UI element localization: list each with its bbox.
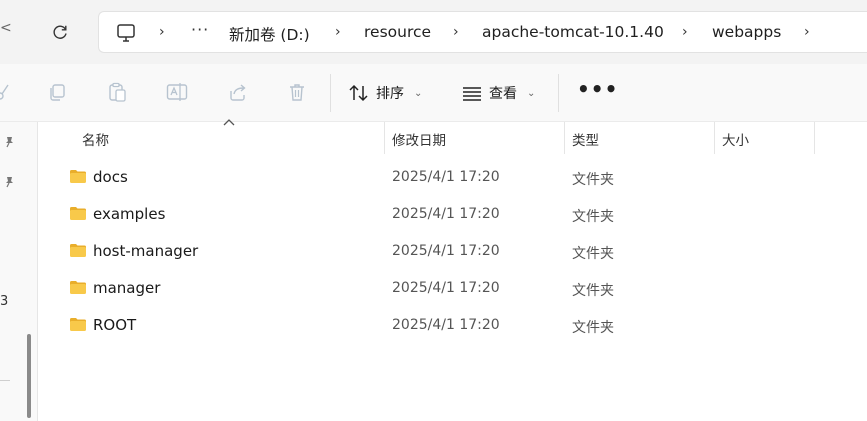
file-explorer-window: < › ··· 新加卷 (D:) › resource › apache-tom… [0, 0, 867, 421]
folder-icon [70, 318, 86, 331]
file-modified: 2025/4/1 17:20 [392, 317, 500, 333]
column-header-name[interactable]: 名称 [40, 122, 384, 154]
column-header-size-label: 大小 [722, 133, 749, 149]
folder-icon [70, 207, 86, 220]
address-row: < › ··· 新加卷 (D:) › resource › apache-tom… [0, 0, 867, 64]
file-modified: 2025/4/1 17:20 [392, 169, 500, 185]
share-button[interactable] [225, 80, 249, 104]
chevron-down-icon: ⌄ [527, 87, 536, 99]
file-row[interactable]: ROOT 2025/4/1 17:20 文件夹 [40, 307, 867, 344]
pin-icon[interactable] [3, 136, 15, 148]
monitor-icon [117, 24, 135, 42]
pin-icon[interactable] [3, 176, 15, 188]
address-bar[interactable]: › ··· 新加卷 (D:) › resource › apache-tomca… [98, 11, 867, 53]
chevron-right-icon[interactable]: › [453, 24, 459, 40]
view-icon [463, 87, 481, 101]
chevron-down-icon: ⌄ [414, 87, 423, 99]
cut-icon [0, 84, 9, 100]
refresh-button[interactable] [48, 20, 72, 44]
paste-icon [109, 82, 126, 102]
view-label: 查看 [489, 86, 517, 102]
nav-item-fragment[interactable]: 3 [0, 294, 8, 309]
file-type: 文件夹 [572, 172, 614, 188]
file-modified: 2025/4/1 17:20 [392, 206, 500, 222]
file-row[interactable]: host-manager 2025/4/1 17:20 文件夹 [40, 233, 867, 270]
more-options-button[interactable]: ••• [577, 79, 618, 99]
column-header-size[interactable]: 大小 [715, 122, 814, 154]
breadcrumb-webapps[interactable]: webapps [712, 23, 781, 41]
nav-divider [0, 380, 10, 381]
rename-icon [166, 83, 188, 101]
column-header-type-label: 类型 [572, 133, 599, 149]
file-name: manager [93, 279, 161, 297]
cut-button[interactable] [0, 80, 12, 104]
file-modified: 2025/4/1 17:20 [392, 243, 500, 259]
folder-icon [70, 244, 86, 257]
column-divider[interactable] [814, 122, 815, 154]
file-name: host-manager [93, 242, 199, 260]
rename-button[interactable] [165, 80, 189, 104]
back-button-fragment[interactable]: < [0, 20, 12, 36]
nav-scrollbar[interactable] [27, 334, 31, 418]
folder-icon [70, 170, 86, 183]
file-row[interactable]: docs 2025/4/1 17:20 文件夹 [40, 159, 867, 196]
chevron-right-icon[interactable]: › [682, 24, 688, 40]
breadcrumb-overflow[interactable]: ··· [191, 20, 209, 39]
chevron-right-icon[interactable]: › [804, 24, 810, 40]
command-bar: 排序 ⌄ 查看 ⌄ ••• [0, 64, 867, 122]
paste-button[interactable] [105, 80, 129, 104]
sort-label: 排序 [376, 86, 404, 102]
column-header-modified-label: 修改日期 [392, 133, 446, 149]
chevron-right-icon[interactable]: › [335, 24, 341, 40]
delete-button[interactable] [285, 80, 309, 104]
file-row[interactable]: examples 2025/4/1 17:20 文件夹 [40, 196, 867, 233]
file-row[interactable]: manager 2025/4/1 17:20 文件夹 [40, 270, 867, 307]
file-modified: 2025/4/1 17:20 [392, 280, 500, 296]
chevron-right-icon[interactable]: › [159, 24, 165, 40]
share-icon [230, 84, 246, 101]
breadcrumb-resource[interactable]: resource [364, 23, 431, 41]
file-name: ROOT [93, 316, 137, 334]
file-type: 文件夹 [572, 283, 614, 299]
copy-button[interactable] [45, 80, 69, 104]
toolbar-divider [558, 74, 559, 112]
view-button[interactable]: 查看 ⌄ [461, 78, 535, 108]
refresh-icon [53, 25, 67, 39]
delete-icon [290, 84, 304, 101]
navigation-pane: 3 [0, 122, 38, 421]
toolbar-divider [330, 74, 331, 112]
column-header-modified[interactable]: 修改日期 [385, 122, 564, 154]
file-name: docs [93, 168, 128, 186]
sort-button[interactable]: 排序 ⌄ [348, 78, 422, 108]
folder-icon [70, 281, 86, 294]
breadcrumb-drive[interactable]: 新加卷 (D:) [229, 23, 310, 45]
copy-icon [50, 84, 65, 101]
column-header-name-label: 名称 [82, 133, 109, 149]
file-name: examples [93, 205, 166, 223]
file-type: 文件夹 [572, 246, 614, 262]
file-type: 文件夹 [572, 320, 614, 336]
sort-icon [349, 84, 368, 102]
file-type: 文件夹 [572, 209, 614, 225]
breadcrumb-tomcat[interactable]: apache-tomcat-10.1.40 [482, 23, 664, 41]
column-header-type[interactable]: 类型 [565, 122, 714, 154]
